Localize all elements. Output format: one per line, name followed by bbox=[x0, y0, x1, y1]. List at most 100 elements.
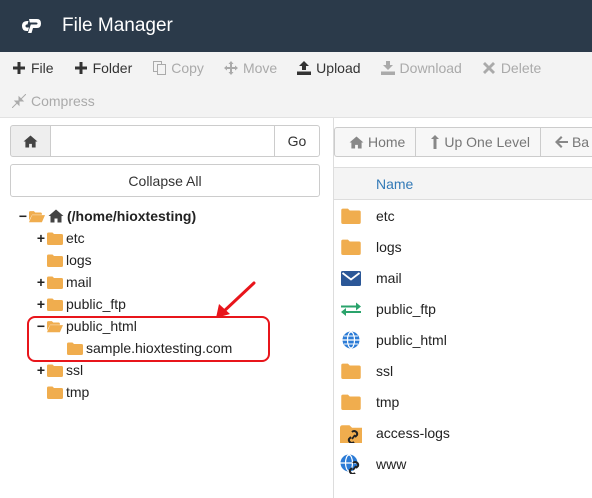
file-name: public_ftp bbox=[376, 301, 436, 317]
file-table-header: Name bbox=[334, 167, 592, 200]
cpanel-logo-icon[interactable] bbox=[20, 15, 48, 37]
app-title: File Manager bbox=[62, 15, 173, 36]
nav-home-button[interactable]: Home bbox=[334, 127, 416, 157]
toolbar-row-secondary: Compress bbox=[0, 86, 103, 116]
home-icon bbox=[48, 210, 64, 223]
file-name: ssl bbox=[376, 363, 394, 379]
back-label: Ba bbox=[571, 134, 590, 150]
tree-node-label: (/home/hioxtesting) bbox=[67, 208, 197, 224]
folder-icon bbox=[47, 298, 63, 311]
download-icon bbox=[380, 61, 395, 75]
annotation-arrow-icon bbox=[216, 281, 256, 318]
collapse-all-button[interactable]: Collapse All bbox=[10, 164, 320, 197]
table-row[interactable]: access-logs bbox=[334, 418, 592, 449]
app-header: File Manager bbox=[0, 0, 592, 52]
copy-button[interactable]: Copy bbox=[152, 60, 204, 76]
up-one-level-button[interactable]: Up One Level bbox=[415, 127, 540, 157]
folder-icon bbox=[340, 392, 362, 412]
globe-icon bbox=[340, 330, 362, 350]
folder-icon bbox=[47, 276, 63, 289]
tree-node-label: etc bbox=[66, 230, 85, 246]
home-icon bbox=[349, 135, 364, 149]
move-button[interactable]: Move bbox=[223, 60, 278, 76]
file-name: mail bbox=[376, 270, 402, 286]
close-icon bbox=[482, 61, 496, 75]
file-list-nav: Home Up One Level Ba bbox=[334, 127, 592, 157]
tree-node-ssl[interactable]: + ssl bbox=[36, 359, 83, 381]
file-name: etc bbox=[376, 208, 395, 224]
table-row[interactable]: public_html bbox=[334, 325, 592, 356]
folder-icon bbox=[340, 361, 362, 381]
path-input[interactable] bbox=[51, 125, 274, 157]
move-label: Move bbox=[242, 60, 278, 76]
plus-icon bbox=[74, 61, 88, 75]
new-file-label: File bbox=[31, 60, 54, 76]
table-row[interactable]: tmp bbox=[334, 387, 592, 418]
tree-node-label: public_ftp bbox=[66, 296, 126, 312]
tree-node-label: mail bbox=[66, 274, 92, 290]
expand-toggle-icon[interactable]: + bbox=[36, 230, 46, 246]
nav-home-label: Home bbox=[368, 134, 406, 150]
tree-node-label: tmp bbox=[66, 384, 90, 400]
folder-icon bbox=[340, 206, 362, 226]
upload-button[interactable]: Upload bbox=[297, 60, 361, 76]
download-label: Download bbox=[399, 60, 462, 76]
tree-node-label: ssl bbox=[66, 362, 84, 378]
new-file-button[interactable]: File bbox=[12, 60, 54, 76]
highlight-box bbox=[27, 316, 270, 362]
toolbar: File Folder Copy Move Upload Download De… bbox=[0, 52, 592, 118]
file-list-panel: Home Up One Level Ba Name etc logs mail bbox=[334, 118, 592, 498]
globe-link-icon bbox=[340, 454, 362, 474]
new-folder-button[interactable]: Folder bbox=[74, 60, 133, 76]
tree-node-tmp[interactable]: tmp bbox=[47, 381, 89, 403]
tree-node-label: logs bbox=[66, 252, 92, 268]
collapse-toggle-icon[interactable]: − bbox=[18, 208, 28, 224]
directory-tree-panel: Go Collapse All − (/home/hioxtesting) + … bbox=[0, 118, 333, 498]
tree-node-mail[interactable]: + mail bbox=[36, 271, 92, 293]
table-row[interactable]: etc bbox=[334, 201, 592, 232]
folder-icon bbox=[47, 386, 63, 399]
new-folder-label: Folder bbox=[92, 60, 133, 76]
level-up-icon bbox=[430, 135, 440, 149]
home-button[interactable] bbox=[10, 125, 51, 157]
go-button[interactable]: Go bbox=[274, 125, 320, 157]
table-row[interactable]: mail bbox=[334, 263, 592, 294]
arrow-left-icon bbox=[554, 136, 568, 148]
move-icon bbox=[223, 61, 238, 75]
compress-icon bbox=[12, 94, 26, 108]
transfer-icon bbox=[340, 299, 362, 319]
table-row[interactable]: www bbox=[334, 449, 592, 480]
back-button[interactable]: Ba bbox=[539, 127, 592, 157]
delete-button[interactable]: Delete bbox=[482, 60, 541, 76]
mail-icon bbox=[340, 268, 362, 288]
compress-button[interactable]: Compress bbox=[12, 93, 95, 109]
download-button[interactable]: Download bbox=[380, 60, 462, 76]
compress-label: Compress bbox=[31, 93, 95, 109]
delete-label: Delete bbox=[500, 60, 542, 76]
home-icon bbox=[23, 135, 38, 148]
file-name: logs bbox=[376, 239, 402, 255]
file-name: public_html bbox=[376, 332, 447, 348]
folder-icon bbox=[47, 364, 63, 377]
folder-link-icon bbox=[340, 423, 362, 443]
tree-node-etc[interactable]: + etc bbox=[36, 227, 85, 249]
tree-node-root[interactable]: − (/home/hioxtesting) bbox=[18, 205, 196, 227]
table-row[interactable]: ssl bbox=[334, 356, 592, 387]
table-row[interactable]: logs bbox=[334, 232, 592, 263]
tree-node-logs[interactable]: logs bbox=[47, 249, 92, 271]
table-row[interactable]: public_ftp bbox=[334, 294, 592, 325]
upload-label: Upload bbox=[316, 60, 361, 76]
up-one-level-label: Up One Level bbox=[444, 134, 530, 150]
upload-icon bbox=[297, 61, 312, 75]
name-column-header[interactable]: Name bbox=[376, 176, 413, 192]
folder-icon bbox=[47, 254, 63, 267]
path-search-bar: Go bbox=[10, 125, 320, 157]
expand-toggle-icon[interactable]: + bbox=[36, 296, 46, 312]
expand-toggle-icon[interactable]: + bbox=[36, 362, 46, 378]
file-name: access-logs bbox=[376, 425, 450, 441]
folder-icon bbox=[340, 237, 362, 257]
expand-toggle-icon[interactable]: + bbox=[36, 274, 46, 290]
tree-node-public-ftp[interactable]: + public_ftp bbox=[36, 293, 126, 315]
file-name: tmp bbox=[376, 394, 400, 410]
copy-label: Copy bbox=[171, 60, 204, 76]
